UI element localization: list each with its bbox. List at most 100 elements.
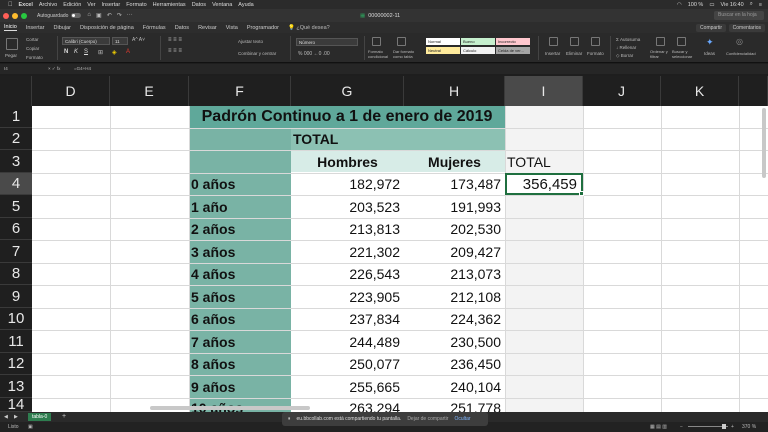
age-cell[interactable]: 1 año	[191, 195, 289, 218]
sort-filter-button[interactable]: Ordenar y filtrar	[650, 49, 672, 59]
mujeres-cell[interactable]: 251,778	[404, 398, 505, 412]
apple-icon[interactable]: 	[8, 2, 13, 8]
search-input[interactable]: Buscar en la hoja	[714, 11, 764, 20]
hombres-cell[interactable]: 250,077	[291, 353, 404, 375]
mujeres-cell[interactable]: 224,362	[404, 308, 505, 330]
paste-label[interactable]: Pegar	[5, 53, 17, 58]
tab-formulas[interactable]: Fórmulas	[143, 25, 166, 31]
control-center-icon[interactable]: ≡	[759, 2, 762, 8]
stop-sharing-button[interactable]: Dejar de compartir	[407, 416, 448, 422]
column-header-j[interactable]: J	[583, 76, 661, 106]
align-top-icon[interactable]: ≡ ≡ ≡	[168, 37, 182, 43]
share-button[interactable]: Compartir	[696, 24, 726, 32]
age-cell[interactable]: 0 años	[191, 173, 289, 195]
italic-button[interactable]: K	[74, 49, 78, 55]
cut-button[interactable]: Cortar	[26, 37, 39, 42]
menu-ayuda[interactable]: Ayuda	[238, 2, 254, 8]
mujeres-cell[interactable]: 213,073	[404, 263, 505, 285]
style-bueno[interactable]: Bueno	[461, 38, 495, 45]
more-icon[interactable]: ···	[127, 12, 133, 19]
style-normal[interactable]: Normal	[426, 38, 460, 45]
column-header-h[interactable]: H	[404, 76, 505, 106]
font-name-select[interactable]: Calibri (Cuerpo)	[62, 37, 110, 45]
style-celda-verificacion[interactable]: Celda de ver...	[496, 47, 530, 54]
age-cell[interactable]: 9 años	[191, 375, 289, 398]
view-normal-icon[interactable]: ▦ ▤ ▥	[650, 424, 667, 430]
age-cell[interactable]: 4 años	[191, 263, 289, 285]
number-format-select[interactable]: Número	[296, 38, 358, 46]
row-header-4[interactable]: 4	[0, 173, 32, 195]
table-format-icon[interactable]	[397, 37, 406, 46]
tab-revisar[interactable]: Revisar	[198, 25, 217, 31]
sensitivity-icon[interactable]: ◎	[736, 37, 743, 46]
age-cell[interactable]: 7 años	[191, 330, 289, 353]
mujeres-cell[interactable]: 240,104	[404, 375, 505, 398]
zoom-slider-thumb[interactable]	[722, 424, 726, 429]
font-color-icon[interactable]: A	[126, 49, 130, 55]
style-neutral[interactable]: Neutral	[426, 47, 460, 54]
tab-insertar[interactable]: Insertar	[26, 25, 45, 31]
font-grow-icon[interactable]: A^ A˅	[132, 37, 145, 43]
sensitivity-button[interactable]: Confidencialidad	[726, 51, 756, 56]
save-icon[interactable]: ▣	[96, 12, 102, 19]
mujeres-cell[interactable]: 191,993	[404, 195, 505, 218]
copy-button[interactable]: Copiar	[26, 46, 39, 51]
clock[interactable]: Vie 16:40	[721, 2, 744, 8]
undo-icon[interactable]: ↶	[107, 12, 112, 19]
merge-center-button[interactable]: Combinar y centrar	[238, 51, 276, 56]
search-icon[interactable]: ⌕	[750, 1, 753, 8]
menu-ver[interactable]: Ver	[87, 2, 95, 8]
hombres-cell[interactable]: 213,813	[291, 218, 404, 240]
find-select-icon[interactable]	[677, 37, 686, 46]
row-header-12[interactable]: 12	[0, 353, 32, 375]
wrap-text-button[interactable]: Ajustar texto	[238, 39, 263, 44]
hombres-header-cell[interactable]: Hombres	[291, 150, 404, 173]
delete-cells-button[interactable]: Eliminar	[566, 51, 582, 56]
wifi-icon[interactable]: ◠	[677, 2, 682, 8]
age-cell[interactable]: 3 años	[191, 240, 289, 263]
insert-cells-button[interactable]: Insertar	[545, 51, 560, 56]
insert-cells-icon[interactable]	[549, 37, 558, 46]
paste-icon[interactable]	[6, 38, 18, 50]
tab-datos[interactable]: Datos	[175, 25, 189, 31]
column-header-g[interactable]: G	[291, 76, 404, 106]
menu-formato[interactable]: Formato	[126, 2, 146, 8]
prev-sheet-icon[interactable]: ◀	[4, 414, 8, 420]
vertical-scrollbar[interactable]	[762, 108, 766, 178]
mujeres-cell[interactable]: 202,530	[404, 218, 505, 240]
zoom-window-button[interactable]	[21, 12, 27, 19]
menu-archivo[interactable]: Archivo	[39, 2, 57, 8]
cell-format-button[interactable]: Formato	[587, 51, 604, 56]
column-header-e[interactable]: E	[110, 76, 189, 106]
row-header-1[interactable]: 1	[0, 106, 32, 128]
autosum-button[interactable]: Σ Autosuma	[616, 37, 640, 42]
row-header-8[interactable]: 8	[0, 263, 32, 285]
row-header-6[interactable]: 6	[0, 218, 32, 240]
close-window-button[interactable]	[3, 12, 9, 19]
hombres-cell[interactable]: 237,834	[291, 308, 404, 330]
hombres-cell[interactable]: 226,543	[291, 263, 404, 285]
table-format-button[interactable]: Dar formato como tabla	[393, 49, 419, 59]
number-format-icons[interactable]: % 000 ←0 .00	[298, 51, 330, 57]
mujeres-cell[interactable]: 230,500	[404, 330, 505, 353]
zoom-in-icon[interactable]: +	[731, 424, 734, 430]
battery-label[interactable]: 100 %	[688, 2, 704, 8]
tab-dibujar[interactable]: Dibujar	[54, 25, 71, 31]
next-sheet-icon[interactable]: ▶	[14, 414, 18, 420]
row-header-11[interactable]: 11	[0, 330, 32, 353]
tab-vista[interactable]: Vista	[226, 25, 238, 31]
borders-icon[interactable]: ⊞	[98, 49, 103, 56]
menu-insertar[interactable]: Insertar	[102, 2, 121, 8]
menu-edicion[interactable]: Edición	[63, 2, 81, 8]
hide-banner-button[interactable]: Ocultar	[454, 416, 470, 422]
tab-programador[interactable]: Programador	[247, 25, 279, 31]
align-left-icon[interactable]: ≡ ≡ ≡	[168, 48, 182, 54]
style-incorrecto[interactable]: Incorrecto	[496, 38, 530, 45]
total-label-cell[interactable]: TOTAL	[507, 150, 583, 173]
style-calculo[interactable]: Cálculo	[461, 47, 495, 54]
hombres-cell[interactable]: 255,665	[291, 375, 404, 398]
age-cell[interactable]: 8 años	[191, 353, 289, 375]
column-header-k[interactable]: K	[661, 76, 739, 106]
conditional-format-icon[interactable]	[372, 37, 381, 46]
total-value-cell[interactable]: 356,459	[505, 173, 583, 195]
